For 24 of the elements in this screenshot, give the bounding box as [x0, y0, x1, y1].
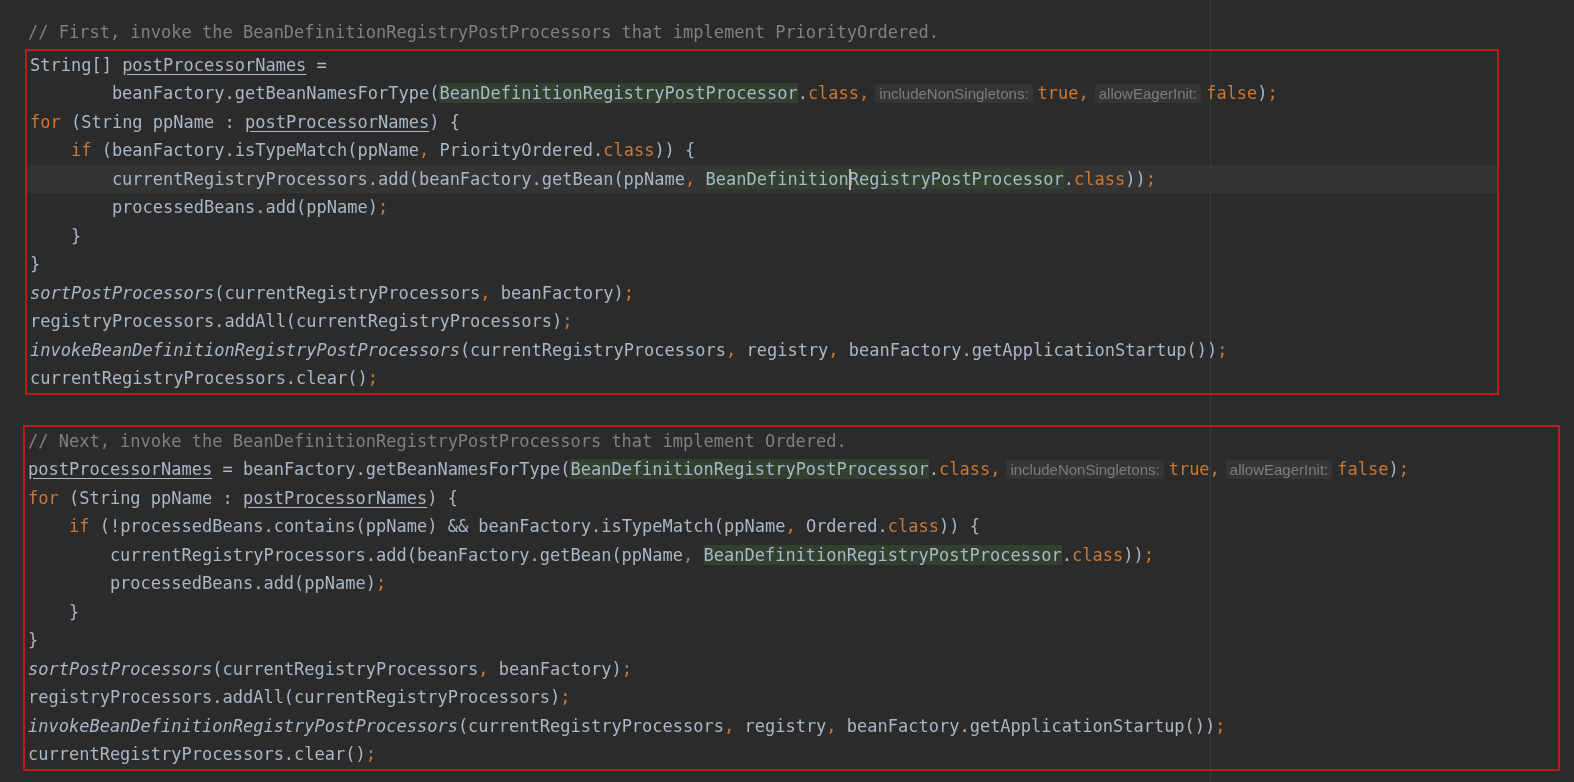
code-line: invokeBeanDefinitionRegistryPostProcessors(currentRegistryProcessors, registry, beanFactory.getApplicationStartup()); — [27, 714, 1227, 738]
code-line: sortPostProcessors(currentRegistryProcessors, beanFactory); — [29, 281, 635, 305]
code-line: } — [27, 629, 40, 652]
code-line: } — [69, 224, 83, 248]
code-line: if (!processedBeans.contains(ppName) && beanFactory.isTypeMatch(ppName, Ordered.class)) { — [67, 515, 981, 538]
code-line: if (beanFactory.isTypeMatch(ppName, PriorityOrdered.class)) { — [69, 139, 697, 162]
code-line: // Next, invoke the BeanDefinitionRegistryPostProcessors that implement Ordered. — [27, 429, 848, 453]
code-line: beanFactory.getBeanNamesForType(BeanDefinitionRegistryPostProcessor.class, includeNonSingletons: true, allowEagerInit: false); — [110, 82, 1279, 105]
code-line: for (String ppName : postProcessorNames) { — [27, 486, 459, 510]
code-line: } — [29, 253, 42, 276]
code-line: invokeBeanDefinitionRegistryPostProcessors(currentRegistryProcessors, registry, beanFactory.getApplicationStartup()); — [29, 338, 1229, 362]
code-line: sortPostProcessors(currentRegistryProcessors, beanFactory); — [27, 657, 633, 681]
code-line: postProcessorNames = beanFactory.getBeanNamesForType(BeanDefinitionRegistryPostProcessor.class, includeNonSingletons: true, allowEagerInit: false); — [27, 458, 1410, 481]
code-line: currentRegistryProcessors.clear(); — [27, 743, 377, 766]
code-line: String[] postProcessorNames = — [29, 53, 328, 77]
code-line: registryProcessors.addAll(currentRegistryProcessors); — [29, 310, 574, 333]
code-line: processedBeans.add(ppName); — [108, 572, 388, 595]
code-line: registryProcessors.addAll(currentRegistryProcessors); — [27, 686, 572, 709]
code-line: // First, invoke the BeanDefinitionRegistryPostProcessors that implement PriorityOrdered. — [27, 21, 940, 44]
code-line: processedBeans.add(ppName); — [110, 196, 390, 219]
code-line: currentRegistryProcessors.clear(); — [29, 367, 379, 390]
code-line: currentRegistryProcessors.add(beanFactory.getBean(ppName, BeanDefinitionRegistryPostProcessor.class)); — [108, 543, 1155, 567]
code-line: } — [67, 600, 81, 624]
code-line: for (String ppName : postProcessorNames) { — [29, 110, 461, 134]
